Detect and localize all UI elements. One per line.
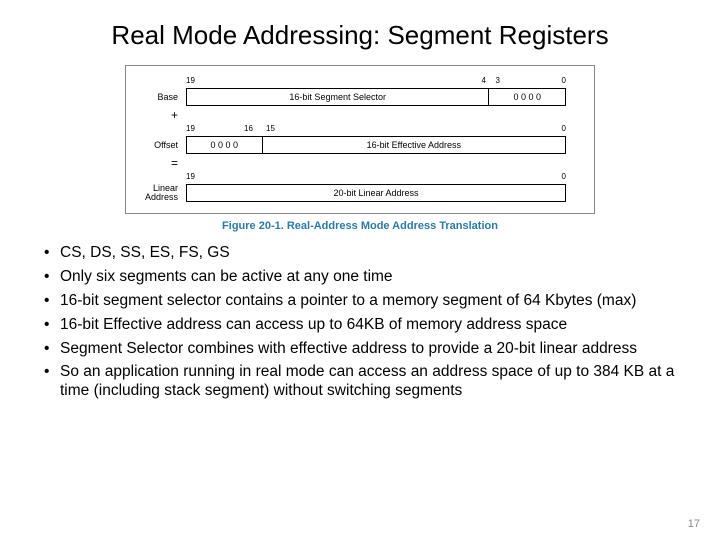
slide-title: Real Mode Addressing: Segment Registers	[40, 20, 680, 51]
list-item: 16-bit Effective address can access up t…	[40, 316, 680, 335]
list-item: Only six segments can be active at any o…	[40, 268, 680, 287]
bit-label: 4	[482, 76, 486, 85]
list-item: CS, DS, SS, ES, FS, GS	[40, 244, 680, 263]
bit-label: 0	[562, 76, 566, 85]
offset-ea: 16-bit Effective Address	[263, 137, 565, 153]
equals-sign: =	[138, 156, 186, 170]
list-item: So an application running in real mode c…	[40, 363, 680, 401]
linear-address: 20-bit Linear Address	[187, 185, 565, 201]
bit-label: 16	[244, 124, 253, 133]
bullet-list: CS, DS, SS, ES, FS, GS Only six segments…	[40, 244, 680, 401]
bit-label: 0	[562, 124, 566, 133]
offset-label: Offset	[138, 140, 186, 150]
linear-label: Linear Address	[138, 184, 186, 203]
base-zeros: 0 0 0 0	[489, 89, 565, 105]
page-number: 17	[688, 518, 700, 530]
list-item: Segment Selector combines with effective…	[40, 340, 680, 359]
plus-sign: +	[138, 108, 186, 122]
bit-label: 0	[562, 172, 566, 181]
figure-box: 19 4 3 0 Base 16-bit Segment Selector 0 …	[125, 65, 595, 214]
bit-label: 15	[266, 124, 275, 133]
offset-zeros: 0 0 0 0	[187, 137, 263, 153]
bit-label: 19	[186, 124, 195, 133]
list-item: 16-bit segment selector contains a point…	[40, 292, 680, 311]
bit-label: 19	[186, 172, 195, 181]
bit-label: 3	[496, 76, 500, 85]
base-label: Base	[138, 92, 186, 102]
bit-label: 19	[186, 76, 195, 85]
figure-caption: Figure 20-1. Real-Address Mode Address T…	[40, 220, 680, 232]
base-selector: 16-bit Segment Selector	[187, 89, 489, 105]
